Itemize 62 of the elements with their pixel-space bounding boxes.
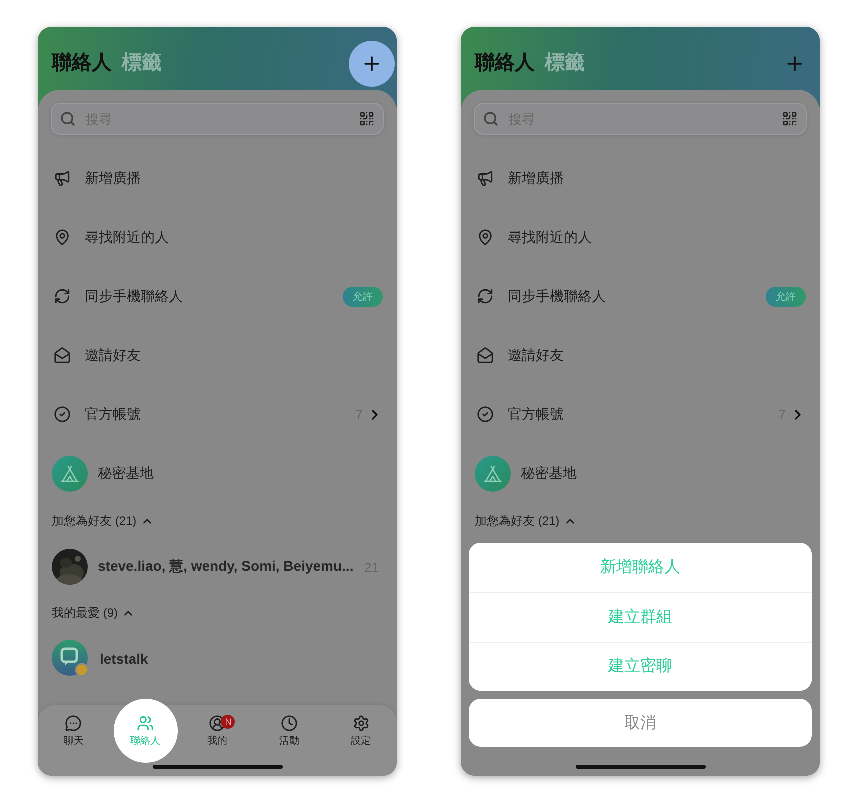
add-button[interactable] bbox=[349, 41, 395, 87]
menu-label: 新增廣播 bbox=[508, 170, 565, 188]
menu-row[interactable]: 邀請好友 bbox=[461, 326, 820, 385]
megaphone-icon bbox=[54, 170, 71, 187]
menu-row[interactable]: 新增廣播 bbox=[38, 149, 397, 208]
settings-icon bbox=[352, 715, 370, 732]
contact-name: steve.liao, 慧, wendy, Somi, Beiyemu... bbox=[98, 558, 355, 576]
tab-bar-item[interactable]: 設定 bbox=[351, 715, 372, 748]
notification-badge: N bbox=[221, 715, 236, 729]
header-tab[interactable]: 聯絡人 bbox=[475, 49, 535, 76]
tent-icon bbox=[52, 456, 88, 492]
person-icon bbox=[208, 715, 226, 732]
section-header[interactable]: 加您為好友 (21) bbox=[461, 504, 820, 538]
menu-label: 新增廣播 bbox=[85, 170, 142, 188]
menu-row[interactable]: 新增廣播 bbox=[461, 149, 820, 208]
menu-label: 同步手機聯絡人 bbox=[85, 288, 184, 306]
menu-label: 官方帳號 bbox=[508, 406, 565, 424]
menu-row[interactable]: 尋找附近的人 bbox=[461, 208, 820, 267]
section-header[interactable]: 加您為好友 (21) bbox=[38, 504, 397, 538]
menu-label: 同步手機聯絡人 bbox=[508, 288, 607, 306]
section-title: 我的最愛 (9) bbox=[52, 604, 118, 622]
menu-row[interactable]: 邀請好友 bbox=[38, 326, 397, 385]
check-circle-icon bbox=[54, 406, 71, 423]
qr-code-icon[interactable] bbox=[359, 111, 375, 127]
base-label: 秘密基地 bbox=[521, 465, 578, 483]
envelope-icon bbox=[477, 347, 494, 364]
allow-badge[interactable]: 允許 bbox=[343, 286, 383, 306]
tab-bar-item[interactable]: 活動 bbox=[279, 715, 300, 748]
menu-label: 尋找附近的人 bbox=[508, 228, 593, 246]
chat-icon bbox=[65, 715, 82, 732]
sync-icon bbox=[477, 288, 494, 305]
section-title: 加您為好友 (21) bbox=[475, 512, 560, 530]
map-pin-icon bbox=[477, 229, 494, 246]
search-icon bbox=[483, 111, 499, 127]
menu-row[interactable]: 同步手機聯絡人 允許 bbox=[38, 267, 397, 326]
section-header[interactable]: 我的最愛 (9) bbox=[38, 596, 397, 630]
contact-row[interactable]: letstalk bbox=[38, 630, 397, 688]
people-icon bbox=[137, 714, 154, 732]
base-row[interactable]: 秘密基地 bbox=[38, 444, 397, 504]
menu-label: 尋找附近的人 bbox=[85, 228, 170, 246]
clock-icon bbox=[280, 715, 298, 732]
allow-badge[interactable]: 允許 bbox=[766, 286, 806, 306]
menu-row[interactable]: 尋找附近的人 bbox=[38, 208, 397, 267]
header-tab[interactable]: 聯絡人 bbox=[52, 49, 112, 76]
menu-label: 官方帳號 bbox=[85, 406, 142, 424]
qr-code-icon[interactable] bbox=[782, 111, 798, 127]
contact-name: letstalk bbox=[100, 651, 150, 667]
menu-label: 邀請好友 bbox=[508, 346, 565, 364]
base-row[interactable]: 秘密基地 bbox=[461, 444, 820, 504]
menu-row[interactable]: 同步手機聯絡人 允許 bbox=[461, 267, 820, 326]
tent-icon bbox=[475, 456, 511, 492]
app-logo-icon bbox=[52, 640, 90, 678]
check-circle-icon bbox=[477, 406, 494, 423]
tab-bar-item[interactable]: 聊天 bbox=[64, 715, 84, 748]
map-pin-icon bbox=[54, 229, 71, 246]
search-icon bbox=[60, 111, 76, 127]
sync-icon bbox=[54, 288, 71, 305]
menu-label: 邀請好友 bbox=[85, 346, 142, 364]
megaphone-icon bbox=[477, 170, 494, 187]
envelope-icon bbox=[54, 347, 71, 364]
base-label: 秘密基地 bbox=[98, 465, 155, 483]
section-title: 加您為好友 (21) bbox=[52, 512, 137, 530]
